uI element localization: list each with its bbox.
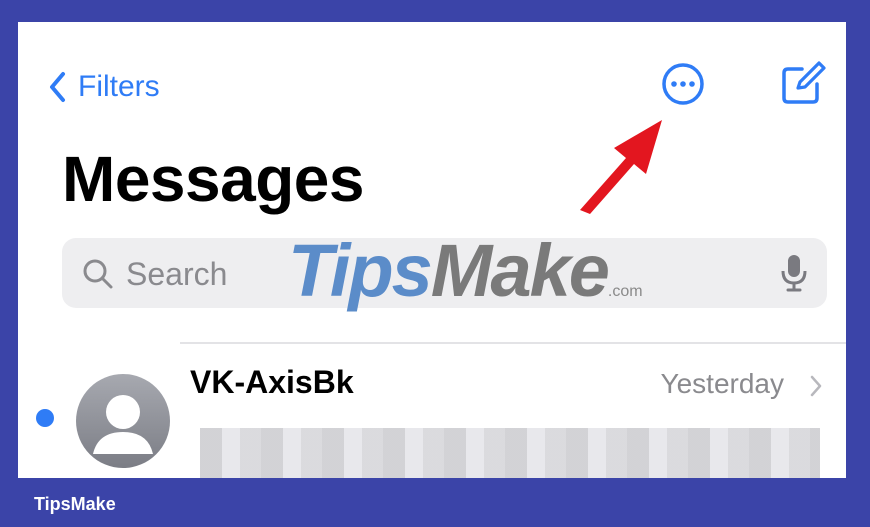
- footer-brand: TipsMake: [34, 494, 116, 514]
- compose-icon: [782, 61, 826, 104]
- unread-indicator: [36, 409, 54, 427]
- ellipsis-circle-icon: [662, 63, 704, 105]
- more-options-button[interactable]: [661, 62, 705, 106]
- image-frame: Filters Messages Search TipsMake.com VK-…: [0, 0, 870, 527]
- watermark-part1: Tips: [288, 229, 433, 312]
- search-placeholder: Search: [126, 256, 228, 292]
- microphone-icon[interactable]: [781, 254, 807, 292]
- annotation-arrow-icon: [580, 120, 662, 214]
- chevron-left-icon: [50, 72, 65, 102]
- search-icon: [83, 259, 113, 289]
- watermark-part2: Make: [430, 229, 610, 312]
- avatar: [76, 374, 170, 468]
- chevron-right-icon: [810, 375, 822, 397]
- compose-button[interactable]: [778, 60, 826, 108]
- watermark-logo: TipsMake.com: [288, 228, 643, 313]
- person-icon: [93, 395, 153, 454]
- back-button[interactable]: Filters: [48, 70, 160, 104]
- messages-screen: Filters Messages Search TipsMake.com VK-…: [18, 22, 846, 478]
- conversation-time: Yesterday: [660, 368, 785, 399]
- watermark-suffix: .com: [607, 283, 643, 300]
- conversation-sender: VK-AxisBk: [190, 364, 354, 400]
- conversation-row[interactable]: VK-AxisBk Yesterday: [18, 344, 846, 478]
- blurred-message-preview: [200, 428, 820, 478]
- back-label: Filters: [78, 70, 160, 103]
- page-title: Messages: [62, 143, 364, 215]
